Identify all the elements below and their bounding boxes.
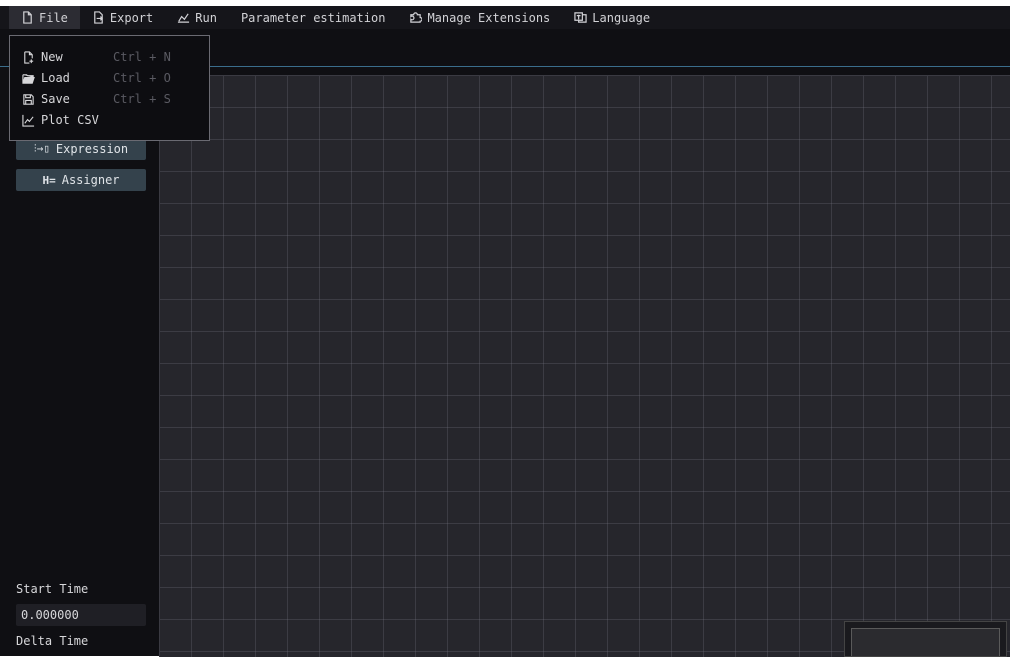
file-dropdown-menu: New Ctrl + N Load Ctrl + O Save Ctrl + S…: [9, 35, 210, 141]
menu-item-load[interactable]: Load: [22, 69, 70, 87]
menu-item-save[interactable]: Save: [22, 90, 70, 108]
menu-item-plot-csv[interactable]: Plot CSV: [22, 111, 99, 129]
language-icon: [574, 12, 587, 23]
assigner-label: Assigner: [61, 173, 120, 187]
expression-label: Expression: [55, 142, 129, 156]
folder-open-icon: [22, 73, 35, 84]
menu-run-label: Run: [195, 10, 217, 25]
menu-item-new[interactable]: New: [22, 48, 63, 66]
menu-parameter-estimation-label: Parameter estimation: [240, 10, 386, 25]
puzzle-icon: [410, 12, 423, 23]
save-icon: [23, 93, 34, 105]
file-icon: [23, 11, 32, 24]
node-editor-canvas[interactable]: [159, 75, 1010, 657]
assigner-icon: H=: [42, 173, 56, 187]
menu-file-label: File: [39, 10, 68, 25]
expression-icon: ⫶→▯: [33, 142, 50, 155]
expression-node-button[interactable]: ⫶→▯ Expression: [16, 138, 146, 160]
chart-icon: [178, 13, 190, 23]
menu-item-save-label: Save: [41, 92, 70, 106]
start-time-input[interactable]: 0.000000: [16, 604, 146, 626]
menu-item-load-label: Load: [41, 71, 70, 85]
new-file-icon: [24, 50, 34, 64]
minimap[interactable]: [844, 621, 1007, 657]
menu-bar: File Export Run Parameter estimation Man…: [0, 6, 1010, 29]
menu-item-load-shortcut: Ctrl + O: [113, 71, 171, 85]
menu-file[interactable]: File: [9, 6, 80, 29]
menu-manage-extensions[interactable]: Manage Extensions: [397, 6, 562, 29]
export-icon: [94, 11, 103, 24]
menu-language-label: Language: [592, 10, 651, 25]
menu-item-plot-csv-label: Plot CSV: [41, 113, 99, 127]
start-time-label: Start Time: [16, 582, 89, 596]
start-time-value: 0.000000: [21, 608, 79, 622]
menu-item-new-shortcut: Ctrl + N: [113, 50, 171, 64]
menu-run[interactable]: Run: [165, 6, 229, 29]
menu-export[interactable]: Export: [80, 6, 165, 29]
menu-manage-extensions-label: Manage Extensions: [427, 10, 551, 25]
app-window: File Export Run Parameter estimation Man…: [0, 6, 1010, 657]
menu-item-new-label: New: [41, 50, 63, 64]
menu-language[interactable]: Language: [562, 6, 662, 29]
menu-item-save-shortcut: Ctrl + S: [113, 92, 171, 106]
menu-export-label: Export: [109, 10, 154, 25]
minimap-viewport[interactable]: [851, 628, 1000, 656]
menu-parameter-estimation[interactable]: Parameter estimation: [229, 6, 398, 29]
node-palette-sidebar: ⫶→▯ Expression H= Assigner Start Time 0.…: [0, 67, 157, 656]
delta-time-label: Delta Time: [16, 634, 89, 648]
assigner-node-button[interactable]: H= Assigner: [16, 169, 146, 191]
line-chart-icon: [22, 114, 35, 127]
